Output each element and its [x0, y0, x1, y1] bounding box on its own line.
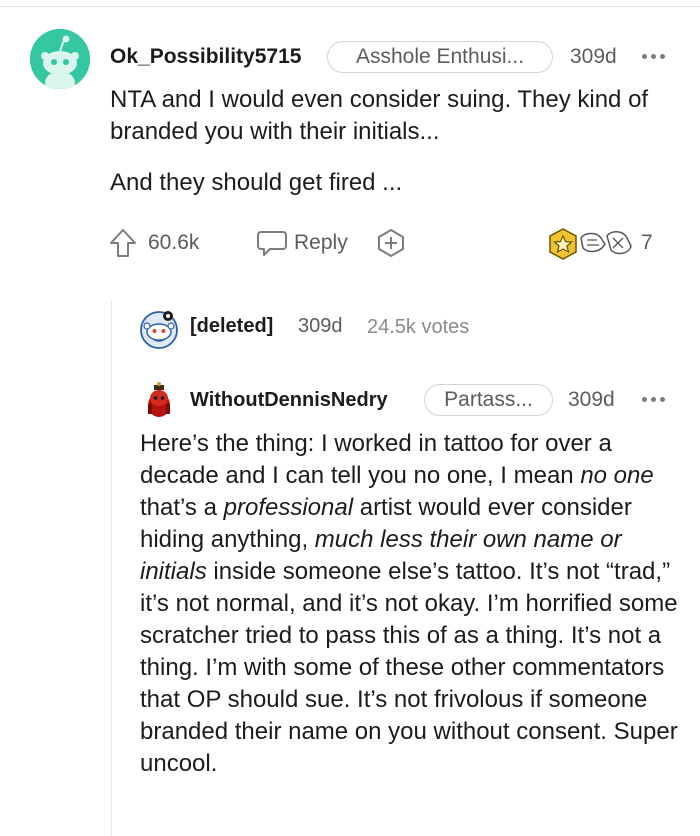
- upvote-icon[interactable]: [109, 228, 137, 258]
- snoo-avatar-icon: [30, 29, 90, 89]
- reply-body: Here’s the thing: I worked in tattoo for…: [140, 428, 685, 780]
- reply-age: 309d: [568, 388, 615, 411]
- awards-icon[interactable]: [545, 226, 637, 262]
- deleted-vote-count: 24.5k votes: [367, 316, 470, 338]
- more-options-icon[interactable]: [642, 53, 666, 61]
- reply-text-italic: professional: [223, 494, 354, 521]
- reply-user-flair: Partass...: [424, 384, 553, 416]
- reply-button[interactable]: Reply: [294, 231, 348, 255]
- reply-username[interactable]: WithoutDennisNedry: [190, 389, 388, 412]
- user-flair: Asshole Enthusi...: [327, 41, 553, 73]
- deleted-user-avatar-icon: [140, 311, 178, 349]
- top-divider: [0, 6, 700, 7]
- award-count: 7: [641, 231, 653, 254]
- deleted-age: 309d: [298, 315, 343, 337]
- thread-line[interactable]: [111, 300, 112, 836]
- reply-text-italic: no one: [580, 462, 654, 489]
- comment-age: 309d: [570, 45, 617, 68]
- comment-username[interactable]: Ok_Possibility5715: [110, 45, 301, 69]
- reply-icon[interactable]: [256, 229, 288, 257]
- reply-text: that’s a: [140, 494, 224, 521]
- user-avatar[interactable]: [30, 29, 90, 89]
- comment-paragraph: And they should get fired ...: [110, 169, 403, 196]
- comment-paragraph: NTA and I would even consider suing. The…: [110, 86, 649, 145]
- reply-text: inside someone else’s tattoo. It’s not “…: [140, 558, 678, 777]
- reply-paragraph: Here’s the thing: I worked in tattoo for…: [140, 428, 685, 780]
- reply-user-avatar-icon[interactable]: [139, 380, 179, 420]
- give-award-icon[interactable]: [376, 228, 406, 258]
- vote-score: 60.6k: [148, 231, 200, 254]
- more-options-icon[interactable]: [642, 396, 666, 404]
- deleted-username: [deleted]: [190, 315, 274, 337]
- reply-text: Here’s the thing: I worked in tattoo for…: [140, 430, 612, 489]
